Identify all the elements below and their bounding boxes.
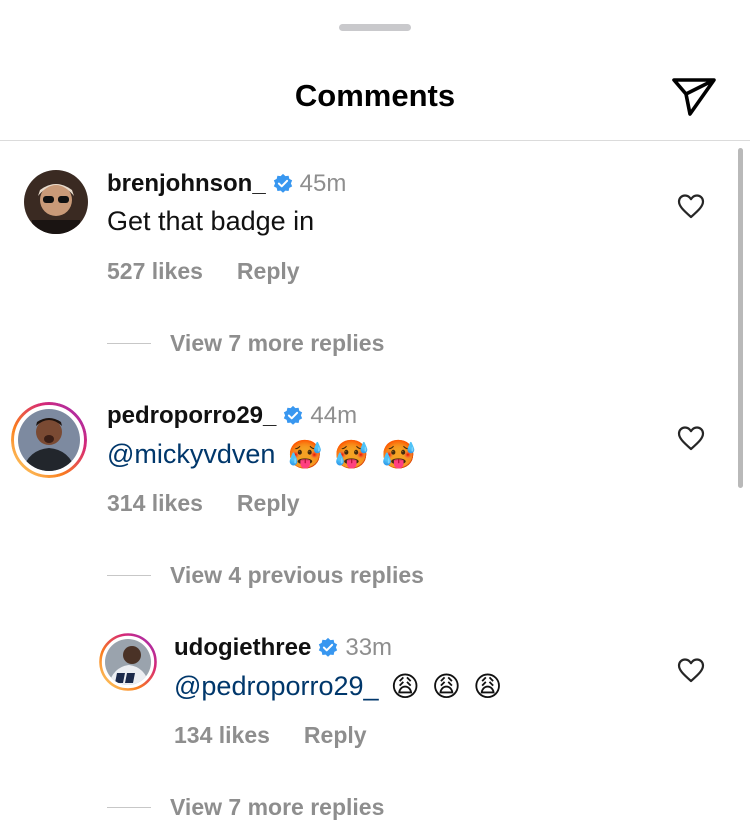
weary-face-emoji: 😩 (390, 671, 420, 702)
view-more-replies[interactable]: View 7 more replies (107, 794, 384, 821)
weary-face-emoji: 😩 (472, 671, 503, 702)
comment-text: @pedroporro29_ 😩 😩 😩 (174, 670, 502, 703)
hot-face-emoji: 🥵 (287, 439, 323, 470)
scrollbar[interactable] (738, 148, 743, 488)
mention-link[interactable]: @pedroporro29_ (174, 671, 379, 702)
comment-header: brenjohnson_ 45m (107, 170, 346, 198)
verified-badge-icon (273, 173, 292, 193)
username[interactable]: pedroporro29_ (107, 402, 276, 430)
page-title: Comments (294, 78, 456, 113)
header-divider (0, 140, 750, 141)
reply-button[interactable]: Reply (237, 258, 300, 284)
heart-outline-icon[interactable] (677, 193, 705, 219)
reply-button[interactable]: Reply (237, 490, 300, 516)
username[interactable]: udogiethree (174, 634, 311, 662)
weary-face-emoji: 😩 (431, 671, 461, 702)
heart-outline-icon[interactable] (677, 425, 705, 451)
avatar[interactable] (24, 170, 88, 234)
reply-button[interactable]: Reply (304, 722, 367, 748)
verified-badge-icon (319, 637, 338, 657)
comment-text: Get that badge in (107, 206, 315, 236)
timestamp: 44m (310, 402, 358, 429)
replies-line (107, 807, 151, 808)
avatar[interactable] (99, 633, 157, 691)
comment-text: @mickyvdven 🥵 🥵 🥵 (107, 438, 416, 471)
comments-sheet: Comments brenjohnson_ 45m Get that badge… (0, 0, 750, 838)
hot-face-emoji: 🥵 (381, 439, 417, 470)
comment-meta: 134 likes Reply (174, 722, 367, 749)
verified-badge-icon (284, 405, 303, 425)
comment-header: udogiethree 33m (174, 634, 392, 662)
comment-meta: 314 likes Reply (107, 490, 300, 517)
view-more-label: View 4 previous replies (170, 562, 424, 588)
likes-count[interactable]: 134 likes (174, 722, 270, 748)
drag-handle[interactable] (339, 24, 411, 31)
replies-line (107, 575, 151, 576)
view-more-replies[interactable]: View 7 more replies (107, 330, 384, 357)
share-paper-plane-icon[interactable] (670, 72, 718, 120)
timestamp: 33m (345, 634, 393, 661)
view-more-label: View 7 more replies (170, 330, 385, 356)
hot-face-emoji: 🥵 (334, 439, 370, 470)
avatar[interactable] (11, 402, 87, 478)
comment-header: pedroporro29_ 44m (107, 402, 357, 430)
username[interactable]: brenjohnson_ (107, 170, 266, 198)
heart-outline-icon[interactable] (677, 657, 705, 683)
timestamp: 45m (299, 170, 347, 197)
view-previous-replies[interactable]: View 4 previous replies (107, 562, 424, 589)
view-more-label: View 7 more replies (170, 794, 385, 820)
likes-count[interactable]: 527 likes (107, 258, 203, 284)
replies-line (107, 343, 151, 344)
comment-meta: 527 likes Reply (107, 258, 300, 285)
mention-link[interactable]: @mickyvdven (107, 439, 275, 470)
likes-count[interactable]: 314 likes (107, 490, 203, 516)
